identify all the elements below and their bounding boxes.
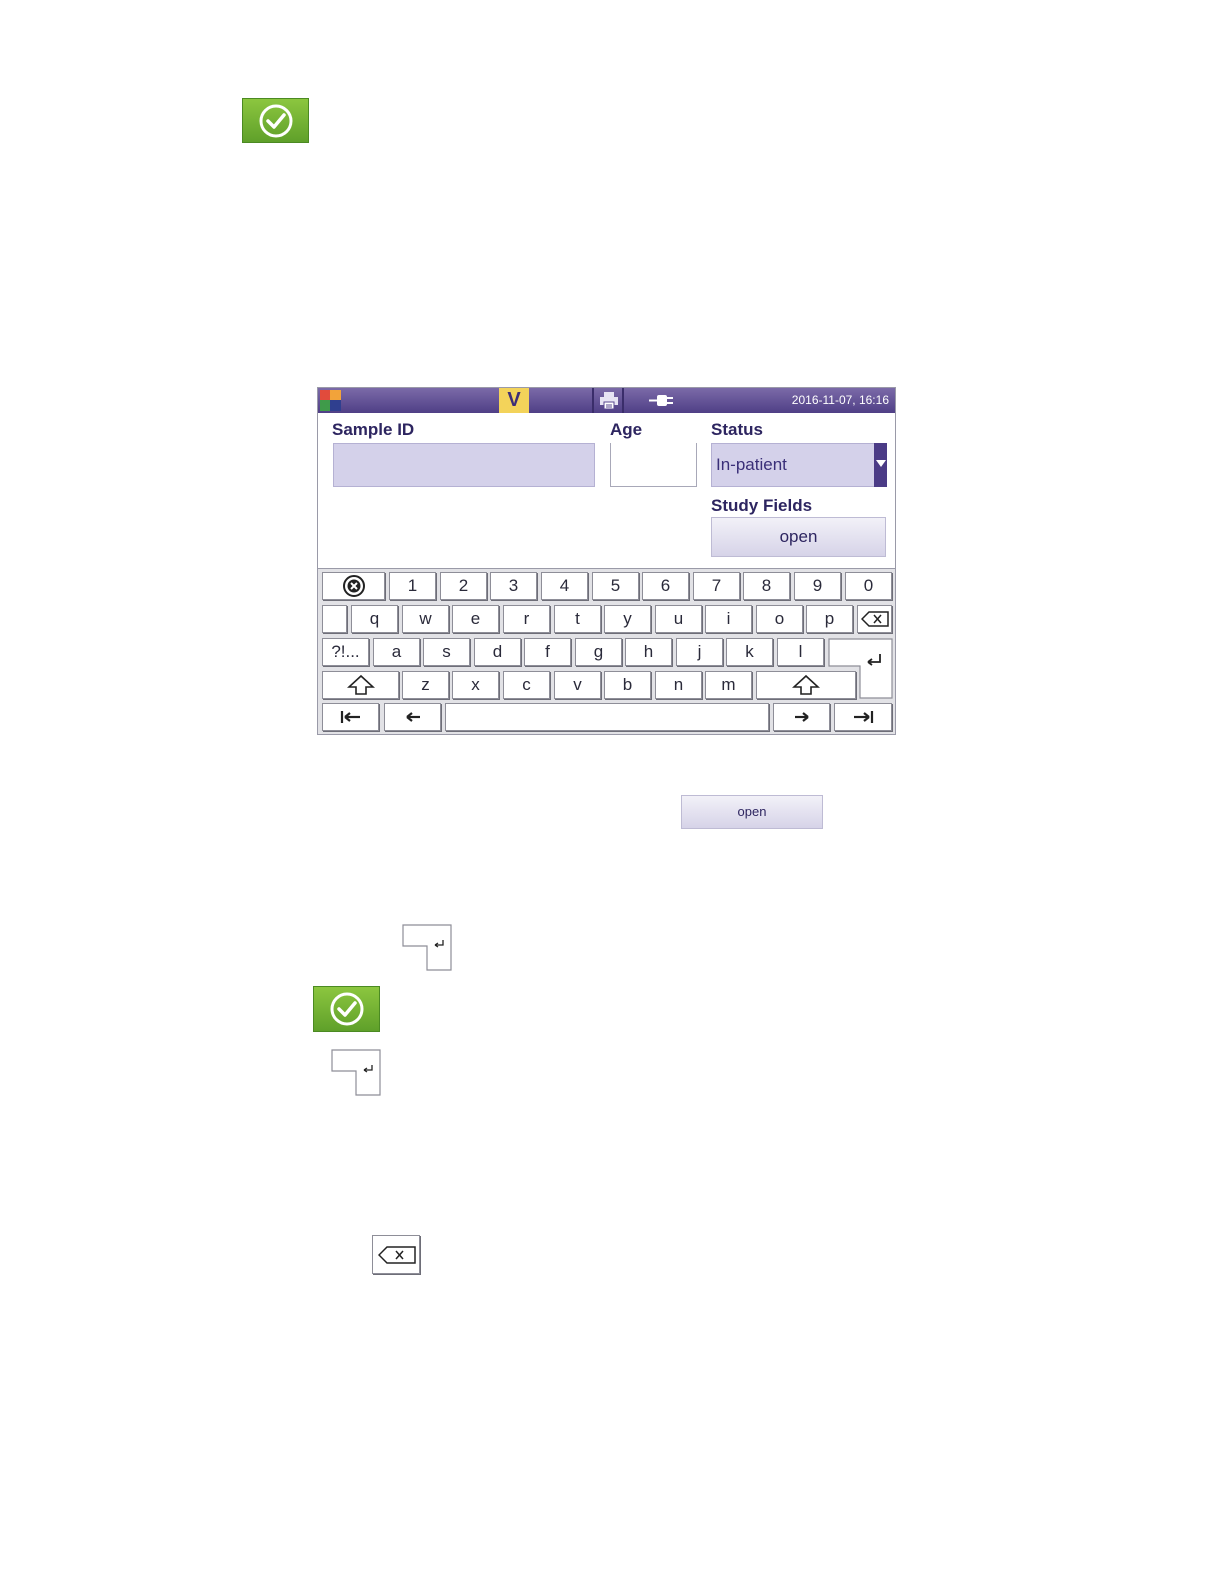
- key-s[interactable]: s: [423, 638, 470, 666]
- study-fields-label: Study Fields: [711, 496, 813, 515]
- status-bar: V 2016-11-07, 16:16: [318, 388, 895, 413]
- backspace-icon: [860, 611, 889, 627]
- key-z[interactable]: z: [402, 671, 449, 699]
- key-l[interactable]: l: [777, 638, 824, 666]
- key-1[interactable]: 1: [389, 572, 436, 600]
- key-m[interactable]: m: [705, 671, 752, 699]
- key-g[interactable]: g: [575, 638, 622, 666]
- key-2[interactable]: 2: [440, 572, 487, 600]
- cursor-left-key[interactable]: [384, 703, 441, 731]
- key-c[interactable]: c: [503, 671, 550, 699]
- key-k[interactable]: k: [726, 638, 773, 666]
- study-fields-open-button[interactable]: open: [711, 517, 886, 557]
- symbols-key[interactable]: ?!...: [322, 638, 369, 666]
- key-5[interactable]: 5: [592, 572, 639, 600]
- backspace-icon: [378, 1246, 416, 1264]
- end-key[interactable]: [834, 703, 892, 731]
- shift-arrow-icon: [346, 674, 375, 695]
- key-x[interactable]: x: [452, 671, 499, 699]
- on-screen-keyboard: 1 2 3 4 5 6 7 8 9 0 q w e r t y u i o p …: [318, 569, 895, 734]
- key-i[interactable]: i: [705, 605, 752, 633]
- arrow-to-start-icon: [340, 711, 360, 723]
- shift-right-key[interactable]: [756, 671, 856, 699]
- confirm-check-button[interactable]: [313, 986, 380, 1032]
- key-6[interactable]: 6: [642, 572, 689, 600]
- shift-arrow-icon: [792, 674, 820, 695]
- sample-id-input[interactable]: [333, 443, 595, 487]
- key-f[interactable]: f: [524, 638, 571, 666]
- key-e[interactable]: e: [452, 605, 499, 633]
- spacebar-key[interactable]: [445, 703, 769, 731]
- cursor-right-key[interactable]: [773, 703, 830, 731]
- tab-spacer-key[interactable]: [322, 605, 347, 633]
- key-3[interactable]: 3: [490, 572, 537, 600]
- status-selected-value: In-patient: [716, 455, 787, 474]
- power-plug-icon: [649, 395, 673, 406]
- enter-key[interactable]: [402, 924, 452, 971]
- key-n[interactable]: n: [655, 671, 702, 699]
- key-p[interactable]: p: [806, 605, 853, 633]
- age-label: Age: [610, 420, 643, 439]
- key-4[interactable]: 4: [541, 572, 588, 600]
- key-o[interactable]: o: [756, 605, 803, 633]
- key-r[interactable]: r: [503, 605, 550, 633]
- enter-key[interactable]: [331, 1049, 381, 1096]
- key-d[interactable]: d: [474, 638, 521, 666]
- printer-icon[interactable]: [596, 391, 622, 410]
- check-circle-icon: [330, 992, 363, 1026]
- home-key[interactable]: [322, 703, 379, 731]
- key-0[interactable]: 0: [845, 572, 892, 600]
- arrow-to-end-icon: [854, 711, 874, 723]
- arrow-right-icon: [794, 712, 809, 722]
- key-h[interactable]: h: [625, 638, 672, 666]
- statusbar-divider: [622, 388, 624, 413]
- key-t[interactable]: t: [554, 605, 601, 633]
- arrow-left-icon: [405, 712, 420, 722]
- key-7[interactable]: 7: [693, 572, 740, 600]
- check-circle-icon: [259, 104, 292, 137]
- confirm-check-button[interactable]: [242, 98, 309, 143]
- clear-x-circle-icon: [342, 575, 365, 597]
- clear-key[interactable]: [322, 572, 385, 600]
- mode-badge[interactable]: V: [499, 388, 529, 413]
- key-9[interactable]: 9: [794, 572, 841, 600]
- key-8[interactable]: 8: [743, 572, 790, 600]
- dropdown-arrow-icon[interactable]: [874, 443, 887, 487]
- statusbar-divider: [592, 388, 594, 413]
- key-q[interactable]: q: [351, 605, 398, 633]
- key-y[interactable]: y: [604, 605, 651, 633]
- key-w[interactable]: w: [402, 605, 449, 633]
- key-b[interactable]: b: [604, 671, 651, 699]
- key-j[interactable]: j: [676, 638, 723, 666]
- key-v[interactable]: v: [554, 671, 601, 699]
- status-datetime: 2016-11-07, 16:16: [791, 393, 889, 407]
- status-label: Status: [711, 420, 763, 439]
- app-logo-icon[interactable]: [320, 390, 341, 411]
- shift-left-key[interactable]: [322, 671, 399, 699]
- backspace-key[interactable]: [857, 605, 892, 633]
- age-input[interactable]: [610, 443, 697, 487]
- open-button[interactable]: open: [681, 795, 823, 829]
- backspace-key[interactable]: [372, 1235, 420, 1274]
- sample-id-label: Sample ID: [332, 420, 415, 439]
- key-a[interactable]: a: [373, 638, 420, 666]
- key-u[interactable]: u: [655, 605, 702, 633]
- status-dropdown[interactable]: In-patient: [711, 443, 887, 487]
- device-screen: V 2016-11-07, 16:16 Sample ID Age Status…: [317, 387, 896, 735]
